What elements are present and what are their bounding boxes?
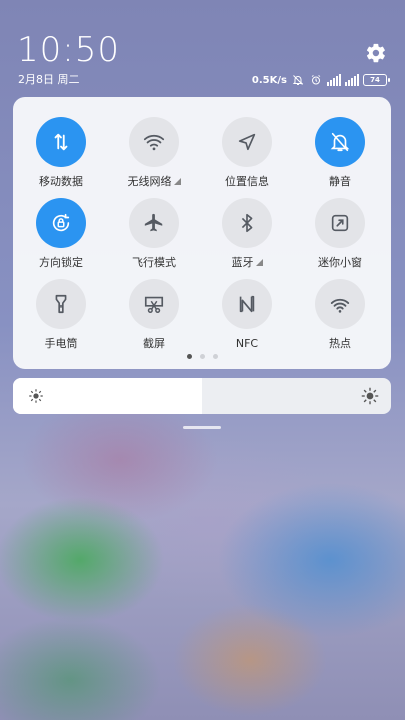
toggle-location[interactable]: 位置信息	[202, 117, 292, 189]
gear-icon[interactable]	[365, 42, 387, 64]
scissors-icon[interactable]	[129, 279, 179, 329]
signal-corner-icon	[255, 259, 263, 266]
page-dot[interactable]	[212, 354, 218, 359]
bell-off-icon	[291, 73, 305, 87]
hotspot-icon[interactable]	[315, 279, 365, 329]
airplane-icon[interactable]	[129, 198, 179, 248]
toggle-silent[interactable]: 静音	[295, 117, 385, 189]
toggle-hotspot[interactable]: 热点	[295, 279, 385, 351]
alarm-icon	[309, 73, 323, 87]
page-dot[interactable]	[186, 354, 192, 359]
toggle-flashlight[interactable]: 手电筒	[16, 279, 106, 351]
data-arrows-icon[interactable]	[36, 117, 86, 167]
rotation-lock-icon[interactable]	[36, 198, 86, 248]
toggle-label: 迷你小窗	[318, 256, 362, 269]
toggle-screenshot[interactable]: 截屏	[109, 279, 199, 351]
clock: 10:50	[17, 30, 120, 70]
page-dot[interactable]	[199, 354, 205, 359]
brightness-low-icon	[29, 389, 43, 403]
brightness-high-icon	[361, 387, 379, 405]
toggle-label: 移动数据	[39, 175, 83, 188]
toggle-label: 方向锁定	[39, 256, 83, 269]
toggle-mobile-data[interactable]: 移动数据	[16, 117, 106, 189]
toggle-mini-window[interactable]: 迷你小窗	[295, 198, 385, 270]
bell-off-icon[interactable]	[315, 117, 365, 167]
drag-handle[interactable]	[183, 426, 221, 429]
toggle-label: 位置信息	[225, 175, 269, 188]
toggle-label: 静音	[329, 175, 351, 188]
toggle-label: 飞行模式	[132, 256, 176, 269]
date: 2月8日 周二	[18, 73, 80, 86]
bluetooth-icon[interactable]	[222, 198, 272, 248]
status-bar: 10:50 2月8日 周二 0.5K/s 74	[0, 0, 405, 95]
nfc-icon[interactable]	[222, 279, 272, 329]
toggle-bluetooth[interactable]: 蓝牙	[202, 198, 292, 270]
quick-settings-panel: 移动数据 无线网络 位置信息 静音 方向锁定 飞行模式 蓝牙 迷你小窗 手电筒	[13, 97, 391, 369]
battery-icon: 74	[363, 74, 390, 86]
location-icon[interactable]	[222, 117, 272, 167]
net-speed: 0.5K/s	[251, 74, 287, 86]
status-icons: 0.5K/s 74	[251, 72, 390, 88]
toggle-rotation-lock[interactable]: 方向锁定	[16, 198, 106, 270]
brightness-slider[interactable]	[13, 378, 391, 414]
toggle-airplane[interactable]: 飞行模式	[109, 198, 199, 270]
toggle-nfc[interactable]: NFC	[202, 279, 292, 351]
page-indicator	[13, 344, 391, 363]
signal-icon	[327, 73, 341, 87]
flashlight-icon[interactable]	[36, 279, 86, 329]
mini-window-icon[interactable]	[315, 198, 365, 248]
wifi-icon[interactable]	[129, 117, 179, 167]
signal-corner-icon	[173, 178, 181, 185]
toggle-label: 无线网络	[127, 175, 172, 188]
signal-icon-2	[345, 73, 359, 87]
toggle-wifi[interactable]: 无线网络	[109, 117, 199, 189]
toggle-label: 蓝牙	[231, 256, 254, 269]
